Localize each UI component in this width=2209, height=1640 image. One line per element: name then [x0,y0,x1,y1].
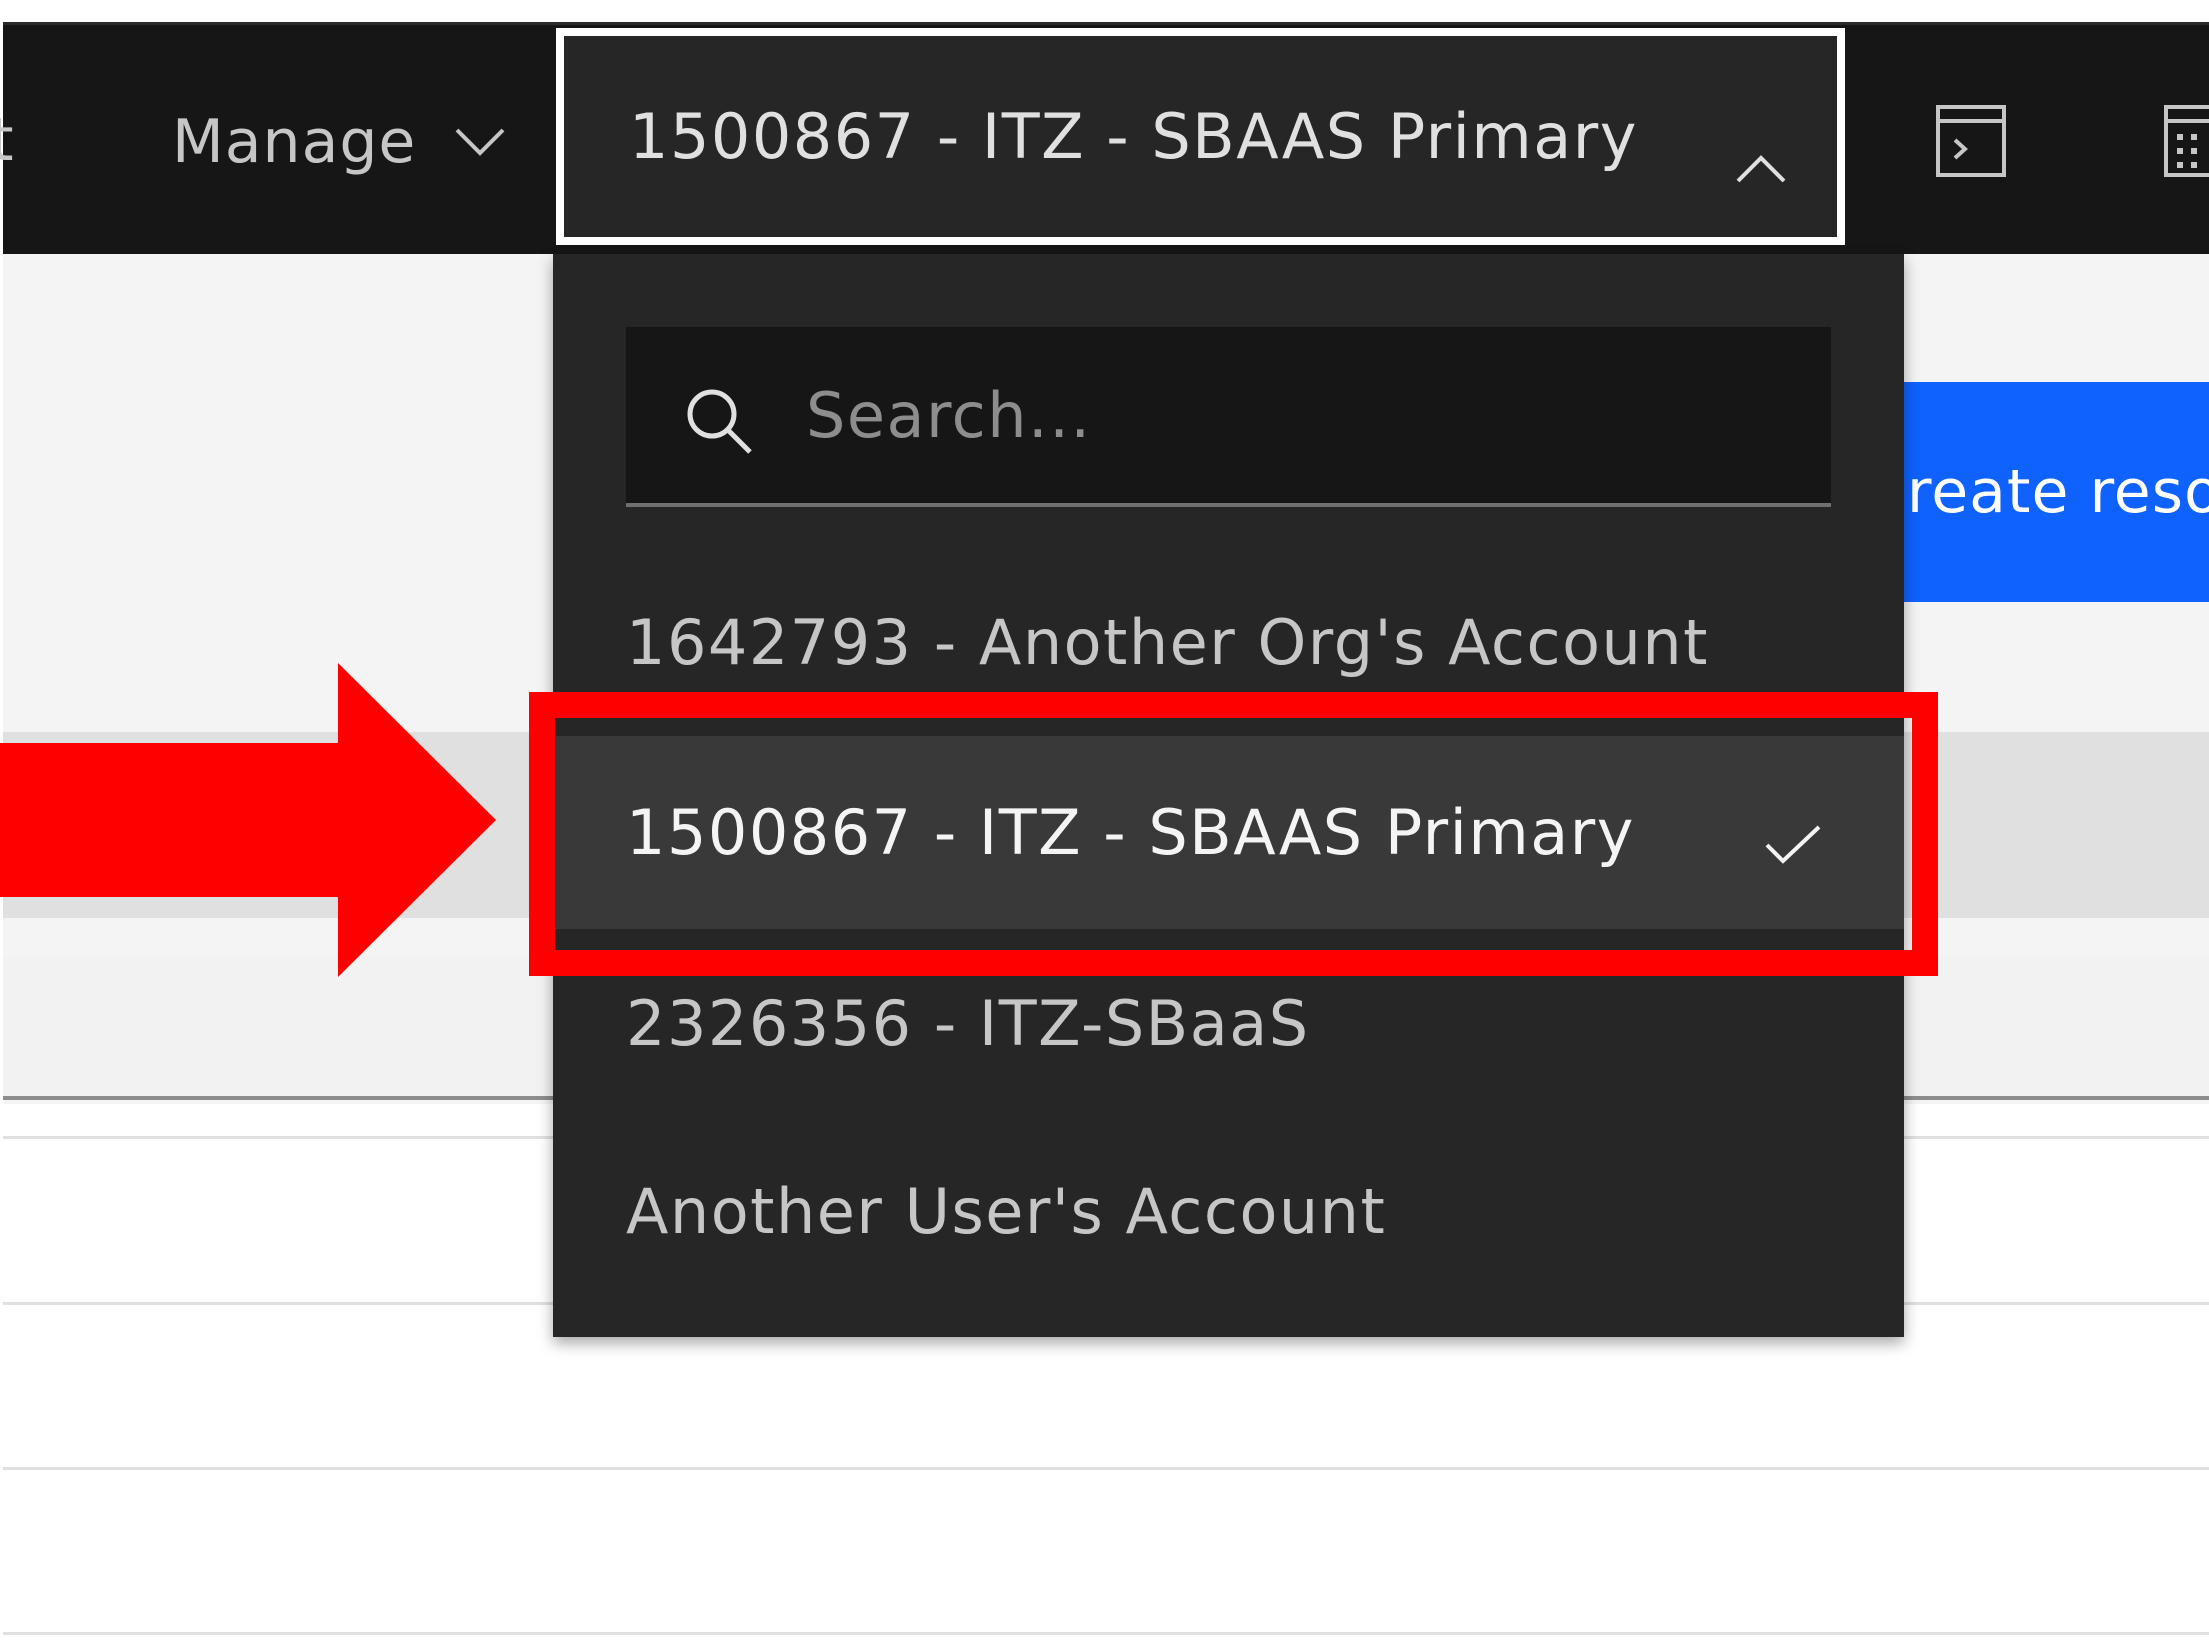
calculator-icon[interactable] [2163,104,2209,182]
manage-label: Manage [172,107,417,177]
nav-item-partial[interactable]: t [0,105,15,175]
account-search-input[interactable] [806,350,1786,480]
table-divider [3,1467,2209,1470]
chevron-up-icon [1735,126,1787,199]
account-option-label: 1642793 - Another Org's Account [626,605,1709,679]
account-option[interactable]: Another User's Account [553,1116,1904,1306]
header-top-edge [3,22,2209,25]
account-option-label: 2326356 - ITZ-SBaaS [626,986,1310,1060]
search-icon [684,386,756,462]
terminal-icon[interactable] [1935,104,2007,182]
table-divider [3,1632,2209,1635]
annotation-arrow [0,660,500,984]
account-switcher-button[interactable]: 1500867 - ITZ - SBAAS Primary [556,28,1845,245]
create-resource-label: Create resource [1890,457,2209,527]
nav-item-manage[interactable]: Manage [172,104,506,180]
account-option-label: Another User's Account [626,1174,1387,1248]
account-switcher-label: 1500867 - ITZ - SBAAS Primary [629,100,1638,173]
chevron-down-icon [454,127,506,157]
annotation-highlight-box [529,692,1938,976]
create-resource-button[interactable]: Create resource [1890,382,2209,602]
